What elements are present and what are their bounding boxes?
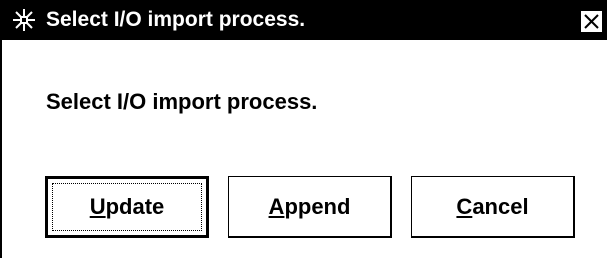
- import-process-dialog: Select I/O import process. Select I/O im…: [0, 0, 607, 258]
- append-label-rest: ppend: [284, 193, 351, 219]
- title-bar[interactable]: Select I/O import process.: [0, 0, 607, 40]
- window-title: Select I/O import process.: [46, 8, 306, 31]
- update-mnemonic: U: [89, 194, 106, 219]
- cancel-button-label: Cancel: [456, 194, 528, 220]
- append-button[interactable]: Append: [228, 176, 392, 238]
- dialog-left-border: [0, 40, 2, 258]
- append-button-label: Append: [269, 194, 351, 220]
- close-button[interactable]: [580, 10, 603, 33]
- dialog-message: Select I/O import process.: [46, 89, 318, 114]
- update-button-label: Update: [90, 194, 165, 220]
- update-button[interactable]: Update: [45, 176, 209, 238]
- cancel-mnemonic: C: [456, 193, 473, 219]
- cancel-button[interactable]: Cancel: [411, 176, 575, 238]
- app-icon[interactable]: [12, 8, 36, 32]
- append-mnemonic: A: [268, 193, 285, 219]
- update-label-rest: pdate: [105, 194, 165, 219]
- close-x-icon: [584, 14, 599, 29]
- cancel-label-rest: ancel: [472, 193, 529, 219]
